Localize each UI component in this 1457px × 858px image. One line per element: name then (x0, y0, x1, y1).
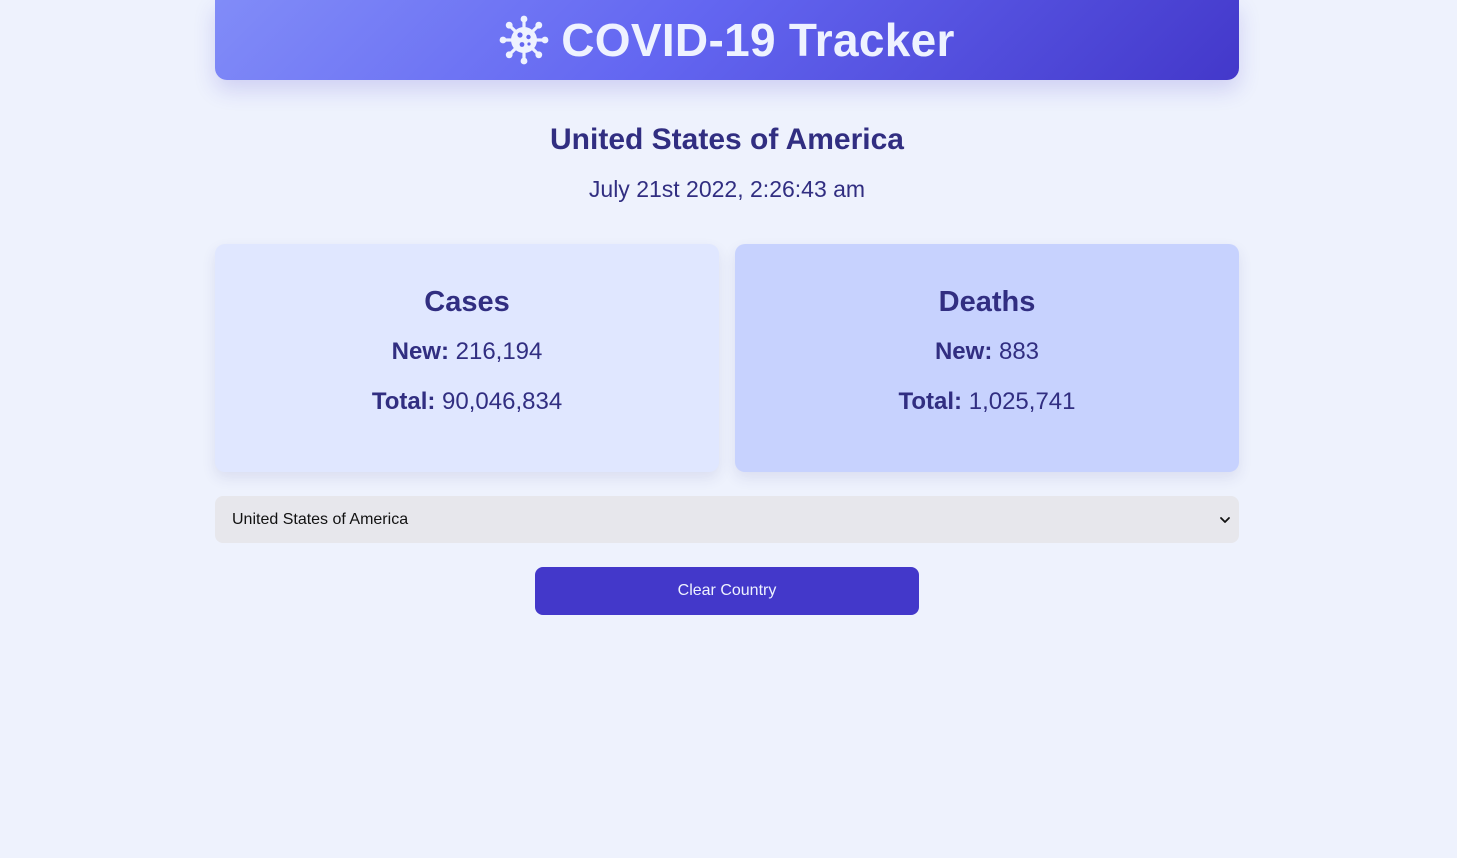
country-title: United States of America (550, 123, 904, 156)
deaths-heading: Deaths (938, 286, 1036, 318)
cases-total-stat: Total: 90,046,834 (215, 388, 719, 416)
chevron-down-icon (1219, 513, 1231, 525)
main-container: COVID-19 Tracker United States of Americ… (215, 0, 1239, 615)
country-select[interactable]: United States of America (215, 496, 1239, 543)
deaths-new-stat: New: 883 (735, 338, 1239, 366)
deaths-card: Deaths New: 883 Total: 1,025,741 (735, 244, 1239, 472)
deaths-total-stat: Total: 1,025,741 (735, 388, 1239, 416)
last-updated-date: July 21st 2022, 2:26:43 am (588, 176, 866, 202)
clear-country-button[interactable]: Clear Country (535, 567, 919, 615)
virus-icon (499, 15, 549, 65)
cases-new-label: New: (391, 338, 449, 365)
cases-total-label: Total: (371, 388, 436, 415)
cases-new-value: 216,194 (455, 338, 543, 365)
country-select-value: United States of America (232, 510, 409, 528)
cases-new-stat: New: 216,194 (215, 338, 719, 366)
stats-cards: Cases New: 216,194 Total: 90,046,834 Dea… (215, 244, 1239, 472)
cases-heading: Cases (424, 286, 510, 318)
app-header: COVID-19 Tracker (215, 0, 1239, 80)
button-row: Clear Country (215, 567, 1239, 615)
app-title: COVID-19 Tracker (561, 14, 955, 66)
deaths-new-label: New: (934, 338, 993, 365)
deaths-total-value: 1,025,741 (968, 388, 1076, 415)
page: COVID-19 Tracker United States of Americ… (0, 0, 1457, 858)
cases-total-value: 90,046,834 (442, 388, 563, 415)
cases-card: Cases New: 216,194 Total: 90,046,834 (215, 244, 719, 472)
deaths-new-value: 883 (998, 338, 1040, 365)
deaths-total-label: Total: (898, 388, 963, 415)
